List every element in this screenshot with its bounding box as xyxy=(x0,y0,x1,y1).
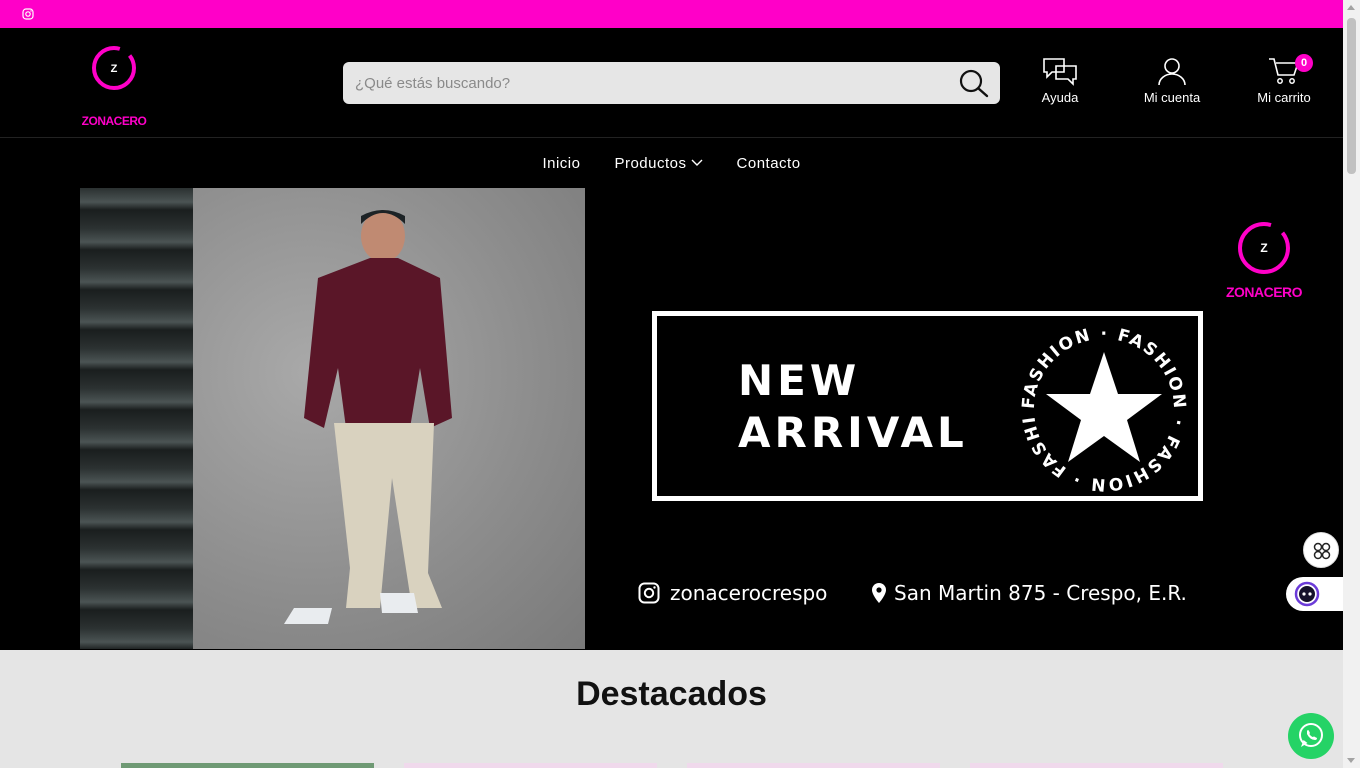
instagram-handle-text: zonacerocrespo xyxy=(670,581,828,605)
banner-logo-mark-icon: Z xyxy=(1238,222,1290,274)
nav-item-contacto[interactable]: Contacto xyxy=(737,155,801,172)
star-icon xyxy=(1046,352,1162,462)
search-input[interactable] xyxy=(343,62,943,104)
product-card[interactable] xyxy=(404,763,657,768)
logo-mark-icon: Z xyxy=(92,46,136,90)
chat-bubbles-icon xyxy=(1043,58,1077,86)
page: Z ZONACERO Ayuda Mi cuenta xyxy=(0,0,1346,768)
instagram-icon[interactable] xyxy=(22,8,34,20)
nav-item-inicio[interactable]: Inicio xyxy=(542,155,580,172)
featured-section: Destacados xyxy=(0,650,1343,768)
banner-logo: Z ZONACERO xyxy=(1222,218,1306,302)
store-address-text: San Martin 875 - Crespo, E.R. xyxy=(894,581,1187,605)
page-scrollbar[interactable] xyxy=(1343,0,1360,768)
whatsapp-button[interactable] xyxy=(1288,713,1334,759)
nav-item-productos-label: Productos xyxy=(614,154,687,172)
scroll-up-arrow-icon[interactable] xyxy=(1347,5,1355,10)
cart-button[interactable]: 0 Mi carrito xyxy=(1239,54,1329,105)
new-arrival-box: NEW ARRIVAL FASHION · FASHION · FASHION … xyxy=(652,311,1203,501)
grid-icon xyxy=(1313,542,1331,560)
site-logo[interactable]: Z ZONACERO xyxy=(80,44,148,128)
hero-photo xyxy=(80,188,585,649)
cart-count-badge: 0 xyxy=(1295,54,1313,72)
location-pin-icon xyxy=(872,583,886,603)
featured-title: Destacados xyxy=(576,675,767,713)
instagram-icon xyxy=(638,582,660,604)
cart-label: Mi carrito xyxy=(1257,90,1311,105)
header: Z ZONACERO Ayuda Mi cuenta xyxy=(0,28,1343,138)
hero-banner[interactable]: Z ZONACERO NEW ARRIVAL FASHION · FASHION… xyxy=(0,188,1343,649)
headline-line-1: NEW xyxy=(738,356,861,405)
assistant-widget-button[interactable] xyxy=(1286,577,1346,611)
whatsapp-icon xyxy=(1299,723,1323,747)
model-figure xyxy=(284,210,452,624)
account-label: Mi cuenta xyxy=(1143,90,1201,105)
banner-logo-text: ZONACERO xyxy=(1225,284,1303,300)
assistant-face-icon xyxy=(1294,581,1320,607)
main-nav: Inicio Productos Contacto xyxy=(0,138,1343,188)
product-card[interactable] xyxy=(970,763,1223,768)
fashion-star-stamp: FASHION · FASHION · FASHION · FASHION · xyxy=(1019,324,1187,494)
headline-line-2: ARRIVAL xyxy=(738,408,968,457)
svg-text:Z: Z xyxy=(111,63,118,75)
instagram-handle[interactable]: zonacerocrespo xyxy=(638,581,827,605)
store-address: San Martin 875 - Crespo, E.R. xyxy=(872,581,1187,605)
search-icon[interactable] xyxy=(958,68,990,98)
top-bar xyxy=(0,0,1343,28)
help-button[interactable]: Ayuda xyxy=(1015,56,1105,105)
nav-item-productos[interactable]: Productos xyxy=(614,154,703,172)
chevron-down-icon xyxy=(691,159,703,166)
accessibility-widget-button[interactable] xyxy=(1303,532,1339,568)
logo-text: ZONACERO xyxy=(81,114,147,128)
product-card[interactable] xyxy=(687,763,940,768)
scroll-down-arrow-icon[interactable] xyxy=(1347,758,1355,763)
account-button[interactable]: Mi cuenta xyxy=(1127,56,1217,105)
user-icon xyxy=(1158,58,1186,86)
help-label: Ayuda xyxy=(1041,90,1079,105)
scrollbar-thumb[interactable] xyxy=(1347,18,1356,174)
svg-text:Z: Z xyxy=(1260,241,1267,255)
product-card[interactable] xyxy=(121,763,374,768)
search-bar xyxy=(343,62,1000,104)
